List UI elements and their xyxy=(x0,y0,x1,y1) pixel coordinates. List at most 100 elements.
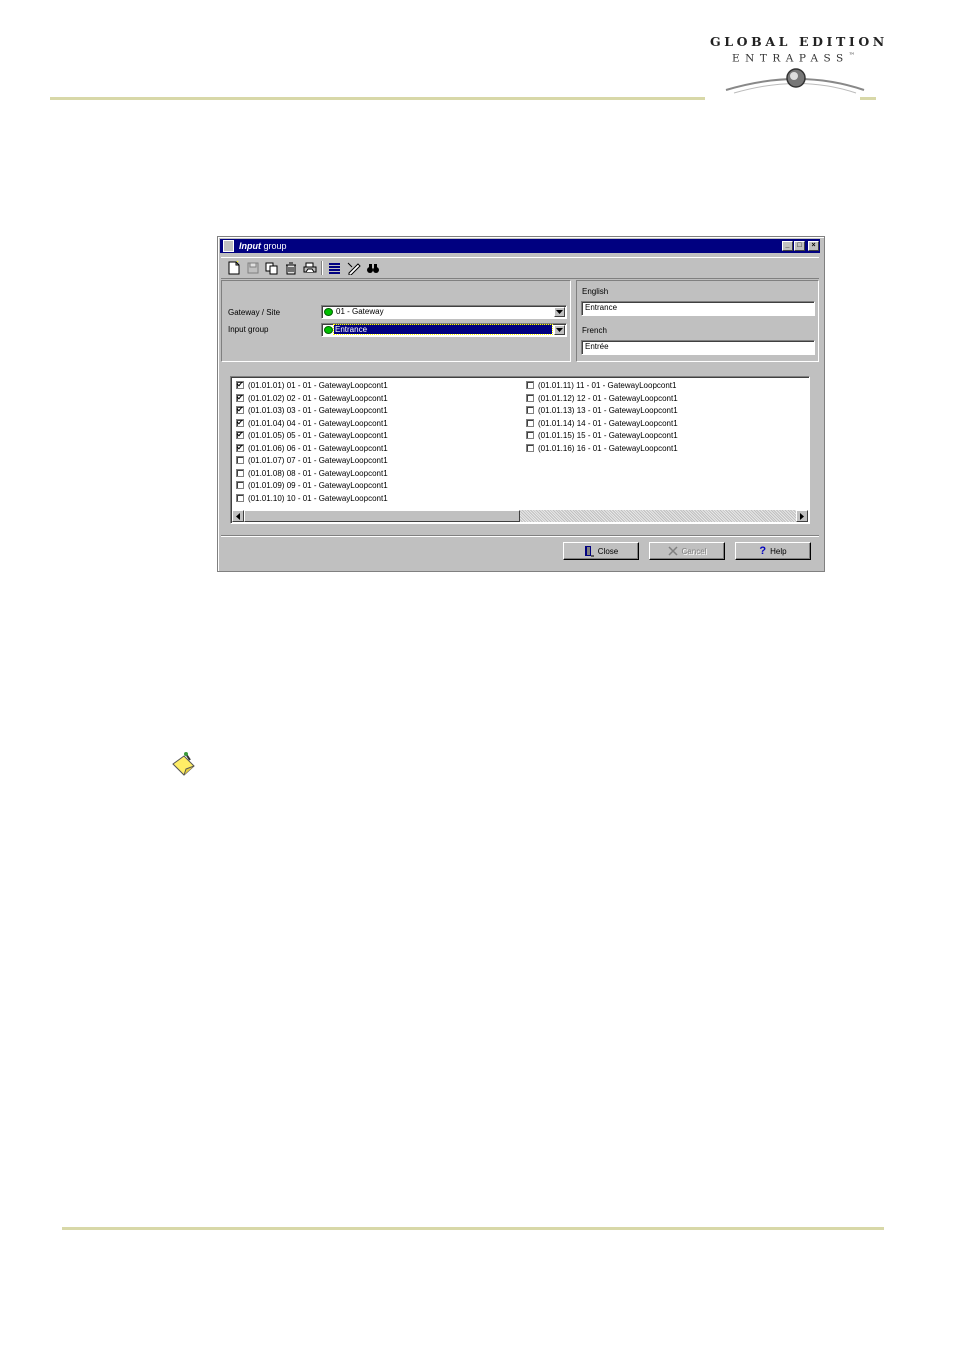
checkbox-unchecked[interactable] xyxy=(526,381,534,389)
input-label: (01.01.10) 10 - 01 - GatewayLoopcont1 xyxy=(248,493,388,503)
checkbox-checked[interactable] xyxy=(236,418,244,427)
input-label: (01.01.07) 07 - 01 - GatewayLoopcont1 xyxy=(248,456,388,465)
checkbox-unchecked[interactable] xyxy=(526,431,534,439)
new-icon[interactable] xyxy=(225,260,242,276)
title-bar[interactable]: Input group _ □ × xyxy=(220,239,820,253)
checkbox-checked[interactable] xyxy=(236,431,244,439)
maximize-button[interactable]: □ xyxy=(794,241,805,251)
input-label: (01.01.01) 01 - 01 - GatewayLoopcont1 xyxy=(248,381,388,390)
input-checklist-item[interactable]: (01.01.06) 06 - 01 - GatewayLoopcont1 xyxy=(236,443,388,456)
edit-icon[interactable] xyxy=(345,260,362,276)
input-checklist-item[interactable]: (01.01.15) 15 - 01 - GatewayLoopcont1 xyxy=(526,430,678,443)
checkbox-unchecked[interactable] xyxy=(526,443,534,452)
inputs-column-right: (01.01.11) 11 - 01 - GatewayLoopcont1 (01… xyxy=(526,380,678,455)
checkbox-unchecked[interactable] xyxy=(526,406,534,414)
input-checklist-item[interactable]: (01.01.12) 12 - 01 - GatewayLoopcont1 xyxy=(526,393,678,406)
input-checklist-item[interactable]: (01.01.05) 05 - 01 - GatewayLoopcont1 xyxy=(236,430,388,443)
gateway-value: 01 - Gateway xyxy=(336,307,384,316)
description-panel: English Entrance French Entrée xyxy=(576,280,819,362)
input-checklist-item[interactable]: (01.01.16) 16 - 01 - GatewayLoopcont1 xyxy=(526,443,678,456)
close-button[interactable]: Close xyxy=(563,542,639,560)
window-icon xyxy=(223,240,234,252)
gateway-label: Gateway / Site xyxy=(228,308,281,317)
input-group-window: Input group _ □ × Gateway / Site 01 - Ga… xyxy=(217,236,825,572)
input-group-value: Entrance xyxy=(333,324,553,335)
input-label: (01.01.13) 13 - 01 - GatewayLoopcont1 xyxy=(538,406,678,415)
input-checklist-item[interactable]: (01.01.01) 01 - 01 - GatewayLoopcont1 xyxy=(236,380,388,393)
checkbox-unchecked[interactable] xyxy=(236,456,244,464)
door-icon xyxy=(584,546,594,557)
input-checklist-item[interactable]: (01.01.04) 04 - 01 - GatewayLoopcont1 xyxy=(236,418,388,431)
input-checklist-item[interactable]: (01.01.07) 07 - 01 - GatewayLoopcont1 xyxy=(236,455,388,468)
list-icon[interactable] xyxy=(326,260,343,276)
input-label: (01.01.02) 02 - 01 - GatewayLoopcont1 xyxy=(248,393,388,403)
help-icon: ? xyxy=(759,545,767,557)
cancel-icon xyxy=(668,546,678,556)
gateway-status-icon xyxy=(324,308,333,316)
input-group-select[interactable]: Entrance xyxy=(321,323,567,337)
scroll-right-icon[interactable] xyxy=(796,510,808,522)
inputs-column-left: (01.01.01) 01 - 01 - GatewayLoopcont1 (01… xyxy=(236,380,388,505)
chevron-down-icon[interactable] xyxy=(554,325,565,335)
close-window-button[interactable]: × xyxy=(808,241,819,251)
close-label: Close xyxy=(597,546,619,556)
header-rule-end xyxy=(860,97,876,100)
logo-line1: GLOBAL EDITION xyxy=(710,34,888,49)
checkbox-unchecked[interactable] xyxy=(236,493,244,502)
english-label: English xyxy=(582,287,609,296)
scroll-thumb[interactable] xyxy=(244,510,520,522)
checkbox-unchecked[interactable] xyxy=(526,393,534,402)
help-label: Help xyxy=(770,546,787,556)
chevron-down-icon[interactable] xyxy=(554,307,565,317)
find-icon[interactable] xyxy=(364,260,381,276)
note-icon xyxy=(172,752,195,776)
checkbox-checked[interactable] xyxy=(236,443,244,452)
french-label: French xyxy=(582,326,607,335)
input-checklist-item[interactable]: (01.01.14) 14 - 01 - GatewayLoopcont1 xyxy=(526,418,678,431)
print-icon[interactable] xyxy=(301,260,318,276)
checkbox-unchecked[interactable] xyxy=(526,418,534,427)
input-checklist-item[interactable]: (01.01.11) 11 - 01 - GatewayLoopcont1 xyxy=(526,380,678,393)
input-checklist-item[interactable]: (01.01.13) 13 - 01 - GatewayLoopcont1 xyxy=(526,405,678,418)
button-bar: Close Cancel ? Help xyxy=(221,535,819,568)
input-checklist-item[interactable]: (01.01.02) 02 - 01 - GatewayLoopcont1 xyxy=(236,393,388,406)
input-group-label: Input group xyxy=(228,325,269,334)
english-field[interactable]: Entrance xyxy=(581,301,815,316)
input-label: (01.01.11) 11 - 01 - GatewayLoopcont1 xyxy=(538,381,677,390)
input-checklist-item[interactable]: (01.01.09) 09 - 01 - GatewayLoopcont1 xyxy=(236,480,388,493)
checkbox-checked[interactable] xyxy=(236,393,244,402)
input-label: (01.01.15) 15 - 01 - GatewayLoopcont1 xyxy=(538,431,678,440)
input-label: (01.01.14) 14 - 01 - GatewayLoopcont1 xyxy=(538,418,678,428)
input-label: (01.01.03) 03 - 01 - GatewayLoopcont1 xyxy=(248,406,388,415)
horizontal-scrollbar[interactable] xyxy=(232,510,808,522)
minimize-button[interactable]: _ xyxy=(782,241,793,251)
copy-icon[interactable] xyxy=(263,260,280,276)
input-group-status-icon xyxy=(324,326,333,334)
toolbar xyxy=(221,257,819,279)
input-checklist-item[interactable]: (01.01.10) 10 - 01 - GatewayLoopcont1 xyxy=(236,493,388,506)
header-rule xyxy=(50,97,705,100)
input-label: (01.01.09) 09 - 01 - GatewayLoopcont1 xyxy=(248,481,388,490)
input-checklist-item[interactable]: (01.01.03) 03 - 01 - GatewayLoopcont1 xyxy=(236,405,388,418)
input-label: (01.01.05) 05 - 01 - GatewayLoopcont1 xyxy=(248,431,388,440)
inputs-checklist[interactable]: (01.01.01) 01 - 01 - GatewayLoopcont1 (01… xyxy=(230,376,810,524)
scroll-left-icon[interactable] xyxy=(232,510,244,522)
checkbox-checked[interactable] xyxy=(236,381,244,389)
input-label: (01.01.04) 04 - 01 - GatewayLoopcont1 xyxy=(248,418,388,428)
checkbox-unchecked[interactable] xyxy=(236,468,244,477)
checkbox-unchecked[interactable] xyxy=(236,481,244,489)
input-checklist-item[interactable]: (01.01.08) 08 - 01 - GatewayLoopcont1 xyxy=(236,468,388,481)
window-title: Input group xyxy=(239,241,287,251)
checkbox-checked[interactable] xyxy=(236,406,244,414)
cancel-button[interactable]: Cancel xyxy=(649,542,725,560)
input-label: (01.01.08) 08 - 01 - GatewayLoopcont1 xyxy=(248,468,388,478)
gateway-select[interactable]: 01 - Gateway xyxy=(321,305,567,319)
delete-icon[interactable] xyxy=(282,260,299,276)
logo-swoosh-icon xyxy=(725,68,865,94)
help-button[interactable]: ? Help xyxy=(735,542,811,560)
save-icon[interactable] xyxy=(244,260,261,276)
selection-panel: Gateway / Site 01 - Gateway Input group … xyxy=(221,280,571,362)
input-label: (01.01.16) 16 - 01 - GatewayLoopcont1 xyxy=(538,443,678,453)
cancel-label: Cancel xyxy=(681,546,707,556)
french-field[interactable]: Entrée xyxy=(581,340,815,355)
